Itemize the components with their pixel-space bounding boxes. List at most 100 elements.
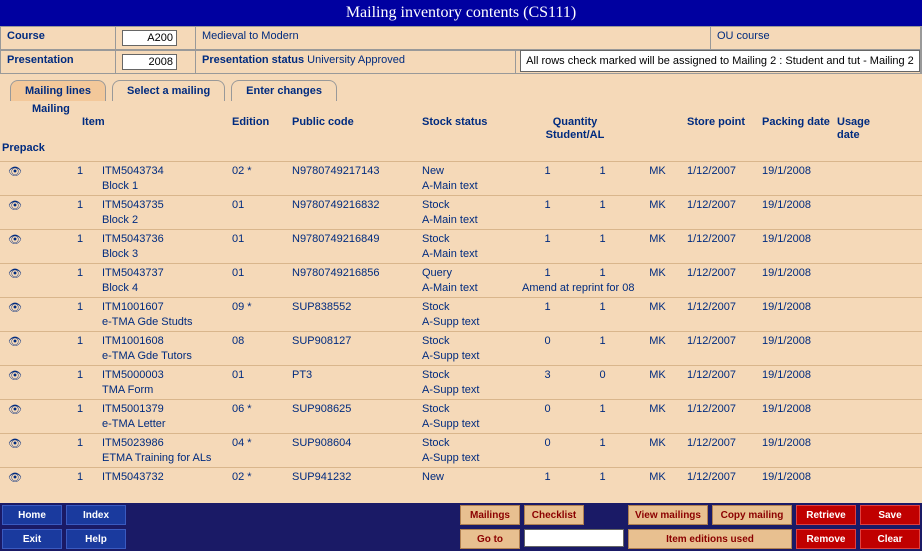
mailing-num: 1 xyxy=(60,402,100,416)
usage-date: 19/1/2008 xyxy=(760,198,835,212)
mailing-num: 1 xyxy=(60,334,100,348)
table-row: 👁1ITM504373202 *SUP941232New11MK1/12/200… xyxy=(0,467,922,489)
save-button[interactable]: Save xyxy=(860,505,920,525)
prepack xyxy=(835,266,890,268)
table-row: 👁1ITM504373601 N9780749216849Stock11MK1/… xyxy=(0,229,922,263)
public-code: SUP908604 xyxy=(290,436,420,450)
eye-icon[interactable]: 👁 xyxy=(0,402,30,417)
stock-category: A-Main text xyxy=(420,179,520,193)
prepack xyxy=(835,300,890,302)
help-button[interactable]: Help xyxy=(66,529,126,549)
mailing-num: 1 xyxy=(60,232,100,246)
stock-category: A-Main text xyxy=(420,247,520,261)
qty-student: 1 xyxy=(520,300,575,314)
eye-icon[interactable]: 👁 xyxy=(0,198,30,213)
eye-icon[interactable]: 👁 xyxy=(0,368,30,383)
edition: 01 xyxy=(230,198,290,212)
public-code: N9780749216849 xyxy=(290,232,420,246)
public-code: PT3 xyxy=(290,368,420,382)
stock-category: A-Supp text xyxy=(420,383,520,397)
item-code: ITM5001379 xyxy=(100,402,230,416)
qty-student: 1 xyxy=(520,198,575,212)
stock-status: Stock xyxy=(420,334,520,348)
clear-button[interactable]: Clear xyxy=(860,529,920,549)
item-code: ITM5043736 xyxy=(100,232,230,246)
eye-icon[interactable]: 👁 xyxy=(0,334,30,349)
eye-icon[interactable]: 👁 xyxy=(0,266,30,281)
col-edition: Edition xyxy=(230,116,290,129)
col-usage-date: Usage date xyxy=(835,116,890,142)
table-row: 👁1ITM100160808 SUP908127Stock01MK1/12/20… xyxy=(0,331,922,365)
usage-date: 19/1/2008 xyxy=(760,164,835,178)
qty-al: 1 xyxy=(575,470,630,484)
col-public-code: Public code xyxy=(290,116,420,129)
status-label: Presentation status xyxy=(202,54,304,66)
item-desc: Block 3 xyxy=(100,247,230,261)
item-code: ITM1001607 xyxy=(100,300,230,314)
presentation-year-input[interactable] xyxy=(122,54,177,70)
goto-input[interactable] xyxy=(524,529,624,547)
packing-date: 1/12/2007 xyxy=(685,334,760,348)
mailings-button[interactable]: Mailings xyxy=(460,505,520,525)
edition: 01 xyxy=(230,368,290,382)
store-point: MK xyxy=(630,436,685,450)
qty-student: 1 xyxy=(520,470,575,484)
eye-icon[interactable]: 👁 xyxy=(0,232,30,247)
table-row: 👁1ITM504373402 *N9780749217143New11MK1/1… xyxy=(0,161,922,195)
stock-status: Query xyxy=(420,266,520,280)
prepack xyxy=(835,470,890,472)
stock-category: A-Supp text xyxy=(420,451,520,465)
public-code: N9780749216832 xyxy=(290,198,420,212)
item-editions-button[interactable]: Item editions used xyxy=(628,529,792,549)
tab-select-mailing[interactable]: Select a mailing xyxy=(112,80,225,101)
stock-status: New xyxy=(420,164,520,178)
index-button[interactable]: Index xyxy=(66,505,126,525)
tab-mailing-lines[interactable]: Mailing lines xyxy=(10,80,106,101)
store-point: MK xyxy=(630,334,685,348)
eye-icon[interactable]: 👁 xyxy=(0,470,30,485)
packing-date: 1/12/2007 xyxy=(685,164,760,178)
usage-date: 19/1/2008 xyxy=(760,300,835,314)
table-row: 👁1ITM504373701 N9780749216856Query11MK1/… xyxy=(0,263,922,297)
qty-student: 1 xyxy=(520,232,575,246)
edition: 09 * xyxy=(230,300,290,314)
packing-date: 1/12/2007 xyxy=(685,198,760,212)
tab-enter-changes[interactable]: Enter changes xyxy=(231,80,337,101)
table-row: 👁1ITM504373501 N9780749216832Stock11MK1/… xyxy=(0,195,922,229)
course-code-input[interactable] xyxy=(122,30,177,46)
remove-button[interactable]: Remove xyxy=(796,529,856,549)
goto-button[interactable]: Go to xyxy=(460,529,520,549)
qty-al: 1 xyxy=(575,436,630,450)
prepack xyxy=(835,368,890,370)
stock-status: Stock xyxy=(420,198,520,212)
stock-category: A-Main text xyxy=(420,281,520,295)
home-button[interactable]: Home xyxy=(2,505,62,525)
prepack xyxy=(835,436,890,438)
eye-icon[interactable]: 👁 xyxy=(0,436,30,451)
mailing-num: 1 xyxy=(60,436,100,450)
exit-button[interactable]: Exit xyxy=(2,529,62,549)
store-point: MK xyxy=(630,164,685,178)
qty-al: 1 xyxy=(575,232,630,246)
store-point: MK xyxy=(630,266,685,280)
stock-category: A-Supp text xyxy=(420,315,520,329)
course-type: OU course xyxy=(711,27,921,49)
retrieve-button[interactable]: Retrieve xyxy=(796,505,856,525)
store-point: MK xyxy=(630,300,685,314)
store-point: MK xyxy=(630,198,685,212)
checklist-button[interactable]: Checklist xyxy=(524,505,584,525)
packing-date: 1/12/2007 xyxy=(685,300,760,314)
packing-date: 1/12/2007 xyxy=(685,266,760,280)
item-code: ITM5043735 xyxy=(100,198,230,212)
item-code: ITM5023986 xyxy=(100,436,230,450)
copy-mailing-button[interactable]: Copy mailing xyxy=(712,505,792,525)
view-mailings-button[interactable]: View mailings xyxy=(628,505,708,525)
item-code: ITM5043737 xyxy=(100,266,230,280)
stock-category xyxy=(420,485,520,487)
col-stock-status: Stock status xyxy=(420,116,520,129)
table-row: 👁1ITM500000301 PT3Stock30MK1/12/200719/1… xyxy=(0,365,922,399)
eye-icon[interactable]: 👁 xyxy=(0,300,30,315)
stock-status: Stock xyxy=(420,368,520,382)
eye-icon[interactable]: 👁 xyxy=(0,164,30,179)
edition: 02 * xyxy=(230,164,290,178)
